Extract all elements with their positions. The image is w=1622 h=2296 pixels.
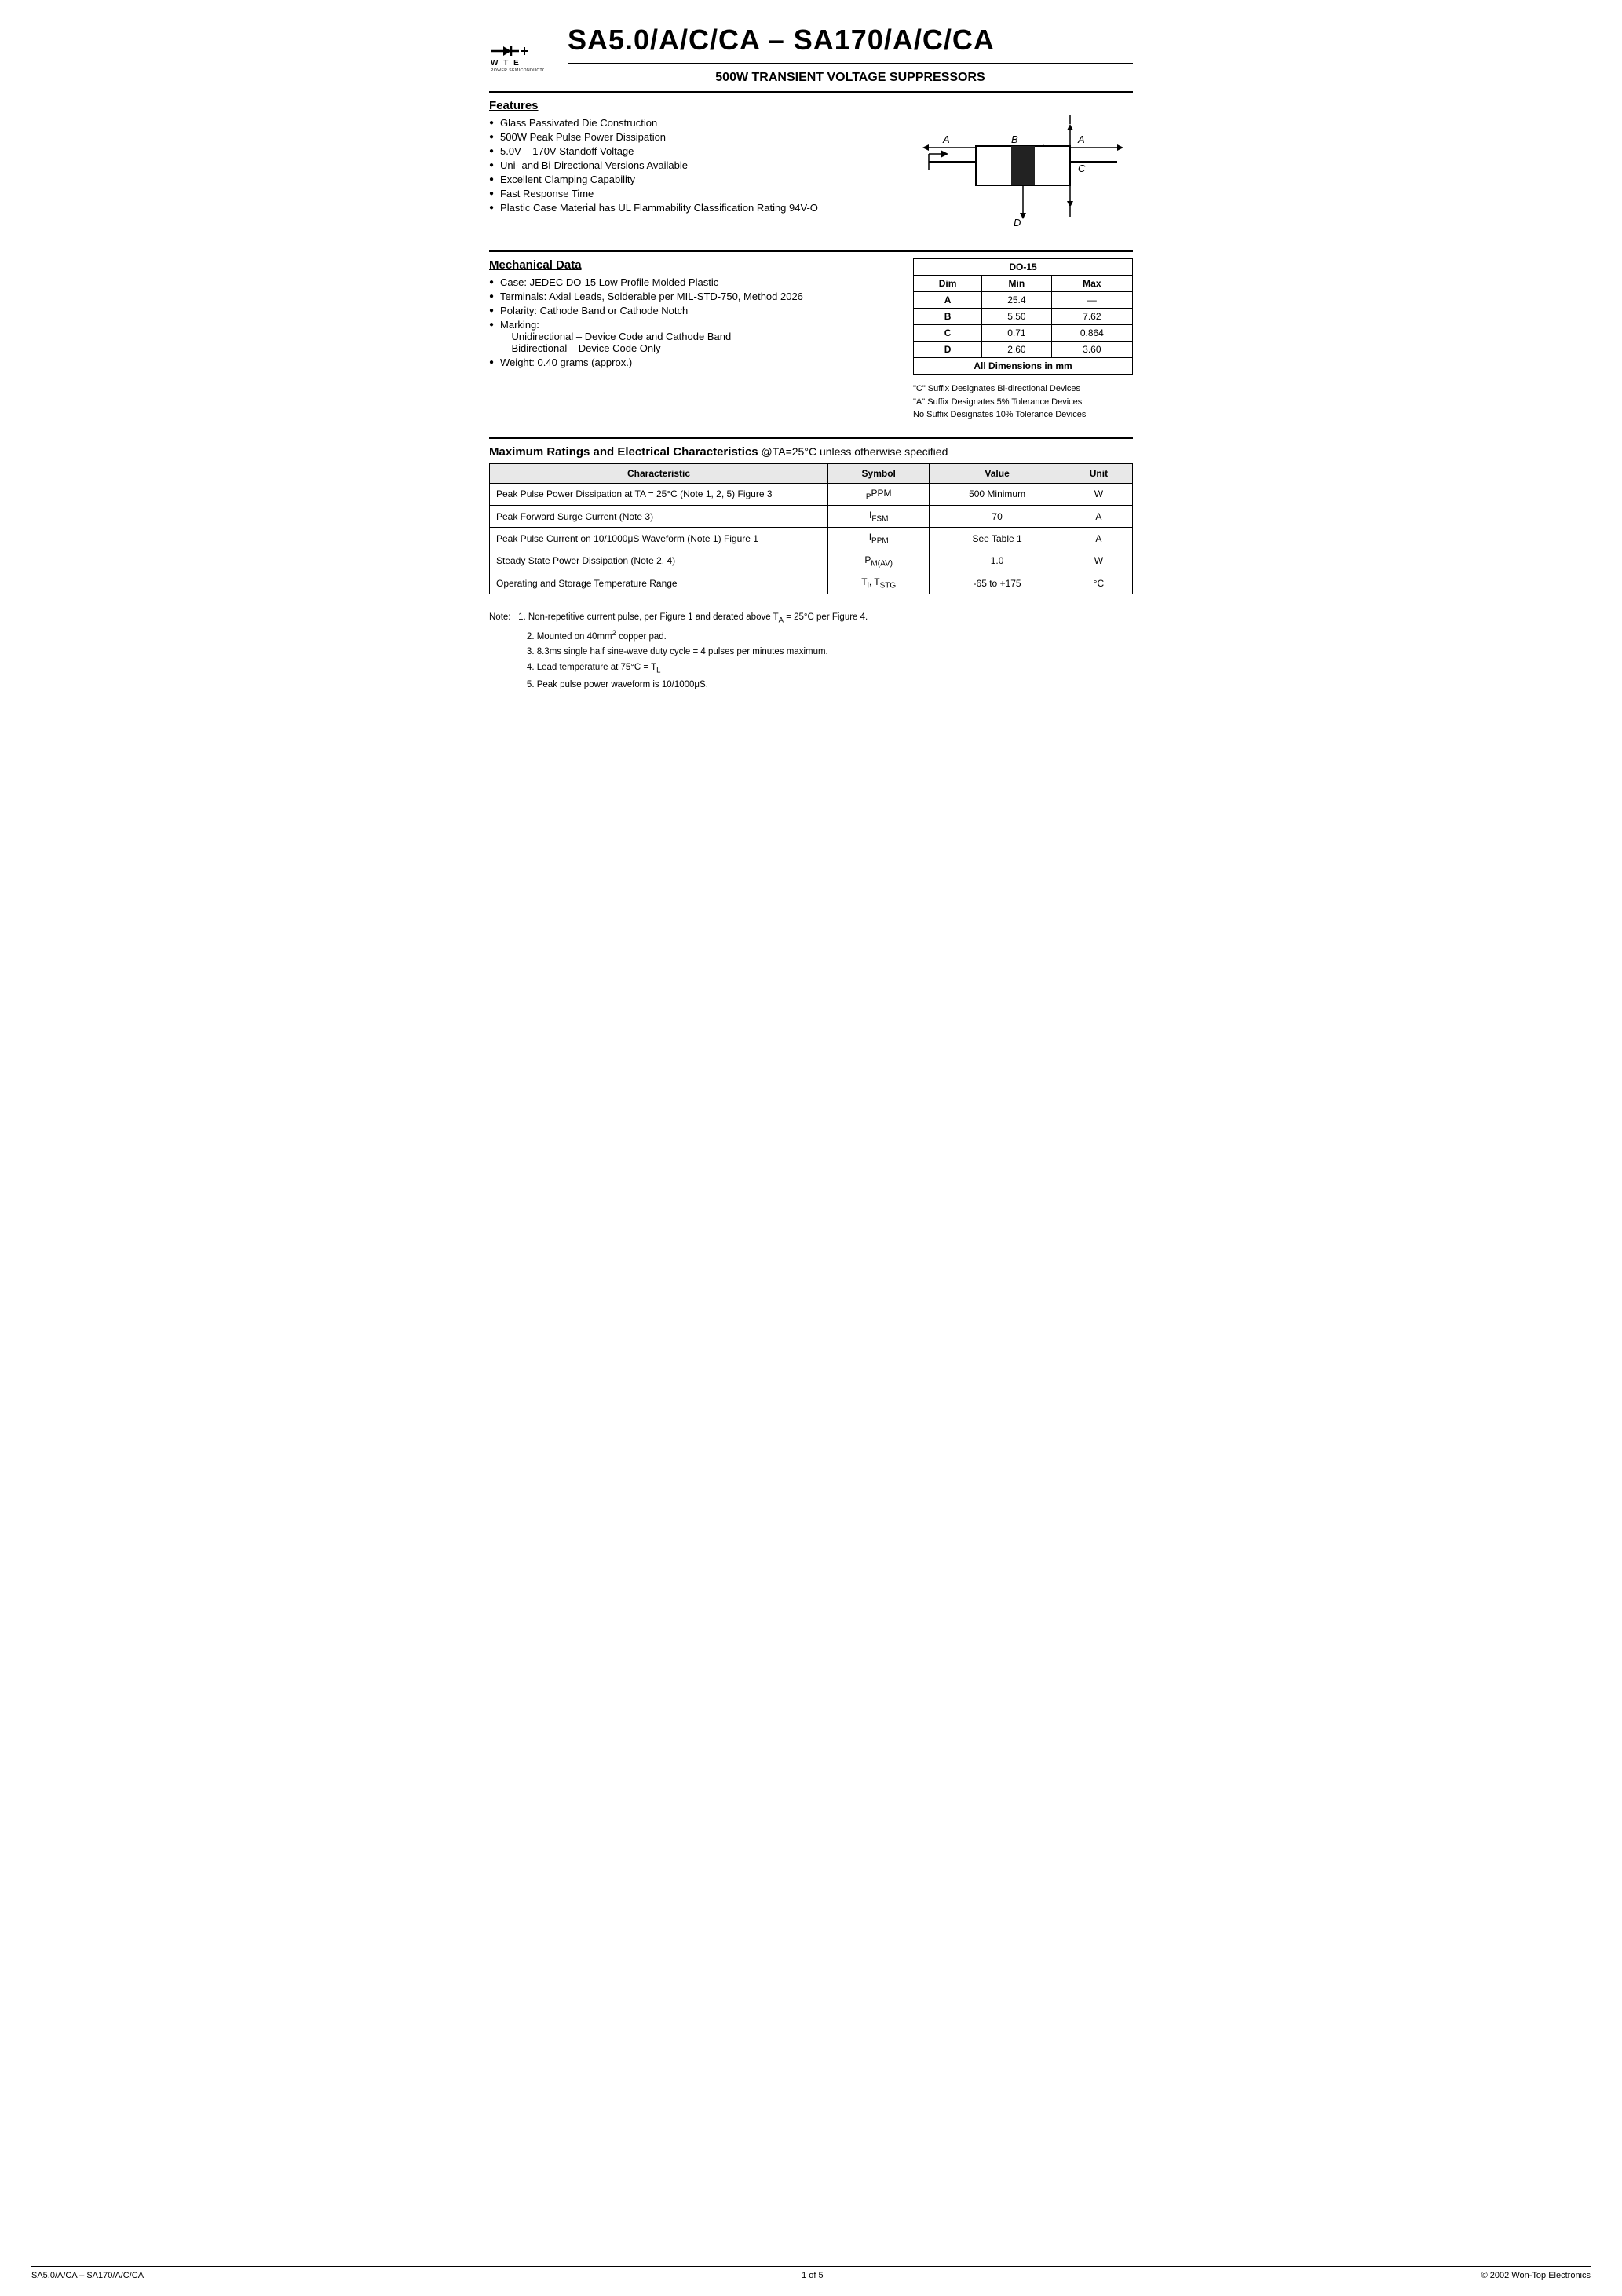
suffix-notes: "C" Suffix Designates Bi-directional Dev… <box>913 382 1133 422</box>
list-item: Marking: Unidirectional – Device Code an… <box>489 319 897 354</box>
footer-right: © 2002 Won-Top Electronics <box>1481 2271 1591 2280</box>
table-row: Peak Forward Surge Current (Note 3) IFSM… <box>490 505 1133 527</box>
suffix-note-3: No Suffix Designates 10% Tolerance Devic… <box>913 408 1133 422</box>
list-item: Weight: 0.40 grams (approx.) <box>489 356 897 368</box>
table-row: A 25.4 — <box>914 292 1133 309</box>
mechanical-left: Mechanical Data Case: JEDEC DO-15 Low Pr… <box>489 258 897 422</box>
table-header-row: Characteristic Symbol Value Unit <box>490 463 1133 483</box>
diode-diagram: A B A D <box>921 107 1125 235</box>
table-row: C 0.71 0.864 <box>914 325 1133 342</box>
svg-text:C: C <box>1078 163 1086 174</box>
features-left: Features Glass Passivated Die Constructi… <box>489 99 897 235</box>
list-item: Polarity: Cathode Band or Cathode Notch <box>489 305 897 316</box>
suffix-note-2: "A" Suffix Designates 5% Tolerance Devic… <box>913 396 1133 409</box>
ratings-table: Characteristic Symbol Value Unit Peak Pu… <box>489 463 1133 595</box>
svg-text:W T E: W T E <box>491 59 521 68</box>
footer-center: 1 of 5 <box>802 2271 824 2280</box>
list-item: Glass Passivated Die Construction <box>489 117 897 129</box>
table-row: Steady State Power Dissipation (Note 2, … <box>490 550 1133 572</box>
svg-text:A: A <box>942 133 950 145</box>
ratings-title: Maximum Ratings and Electrical Character… <box>489 445 1133 459</box>
list-item: 5.0V – 170V Standoff Voltage <box>489 145 897 157</box>
list-item: 500W Peak Pulse Power Dissipation <box>489 131 897 143</box>
table-row: Peak Pulse Power Dissipation at TA = 25°… <box>490 483 1133 505</box>
note-4: 4. Lead temperature at 75°C = TL <box>489 663 660 672</box>
page-footer: SA5.0/A/CA – SA170/A/C/CA 1 of 5 © 2002 … <box>31 2266 1591 2280</box>
list-item: Case: JEDEC DO-15 Low Profile Molded Pla… <box>489 276 897 288</box>
list-item: Plastic Case Material has UL Flammabilit… <box>489 202 897 214</box>
title-area: SA5.0/A/C/CA – SA170/A/C/CA 500W TRANSIE… <box>568 24 1133 85</box>
note-3: 3. 8.3ms single half sine-wave duty cycl… <box>489 647 828 656</box>
footer-left: SA5.0/A/CA – SA170/A/C/CA <box>31 2271 144 2280</box>
sub-title: 500W TRANSIENT VOLTAGE SUPPRESSORS <box>568 71 1133 85</box>
note-2: 2. Mounted on 40mm2 copper pad. <box>489 632 667 642</box>
svg-text:A: A <box>1077 133 1085 145</box>
mechanical-list: Case: JEDEC DO-15 Low Profile Molded Pla… <box>489 276 897 368</box>
svg-text:D: D <box>1014 217 1021 229</box>
notes-section: Note: 1. Non-repetitive current pulse, p… <box>489 610 1133 693</box>
table-row: B 5.50 7.62 <box>914 309 1133 325</box>
diode-diagram-svg: A B A D <box>921 107 1125 232</box>
main-title: SA5.0/A/C/CA – SA170/A/C/CA <box>568 24 1133 57</box>
logo-area: W T E POWER SEMICONDUCTORS <box>489 37 544 72</box>
mechanical-title: Mechanical Data <box>489 258 897 272</box>
notes-intro: Note: 1. Non-repetitive current pulse, p… <box>489 612 868 622</box>
list-item: Uni- and Bi-Directional Versions Availab… <box>489 159 897 171</box>
table-row: Peak Pulse Current on 10/1000μS Waveform… <box>490 528 1133 550</box>
note-5: 5. Peak pulse power waveform is 10/1000μ… <box>489 680 708 689</box>
features-right: A B A D <box>913 99 1133 235</box>
features-list: Glass Passivated Die Construction 500W P… <box>489 117 897 214</box>
table-row: D 2.60 3.60 <box>914 342 1133 358</box>
list-item: Terminals: Axial Leads, Solderable per M… <box>489 291 897 302</box>
mechanical-section: Mechanical Data Case: JEDEC DO-15 Low Pr… <box>489 258 1133 422</box>
ratings-section: Maximum Ratings and Electrical Character… <box>489 445 1133 595</box>
do15-table: DO-15 Dim Min Max A 25.4 — B 5.50 7.62 C… <box>913 258 1133 375</box>
features-title: Features <box>489 99 897 112</box>
list-item: Excellent Clamping Capability <box>489 174 897 185</box>
suffix-note-1: "C" Suffix Designates Bi-directional Dev… <box>913 382 1133 396</box>
page-header: W T E POWER SEMICONDUCTORS SA5.0/A/C/CA … <box>489 24 1133 85</box>
list-item: Fast Response Time <box>489 188 897 199</box>
features-section: Features Glass Passivated Die Constructi… <box>489 99 1133 235</box>
svg-text:POWER SEMICONDUCTORS: POWER SEMICONDUCTORS <box>491 68 544 72</box>
svg-text:B: B <box>1011 133 1018 145</box>
table-row: Operating and Storage Temperature Range … <box>490 572 1133 594</box>
mechanical-right: DO-15 Dim Min Max A 25.4 — B 5.50 7.62 C… <box>913 258 1133 422</box>
wte-logo-icon: W T E POWER SEMICONDUCTORS <box>489 37 544 72</box>
